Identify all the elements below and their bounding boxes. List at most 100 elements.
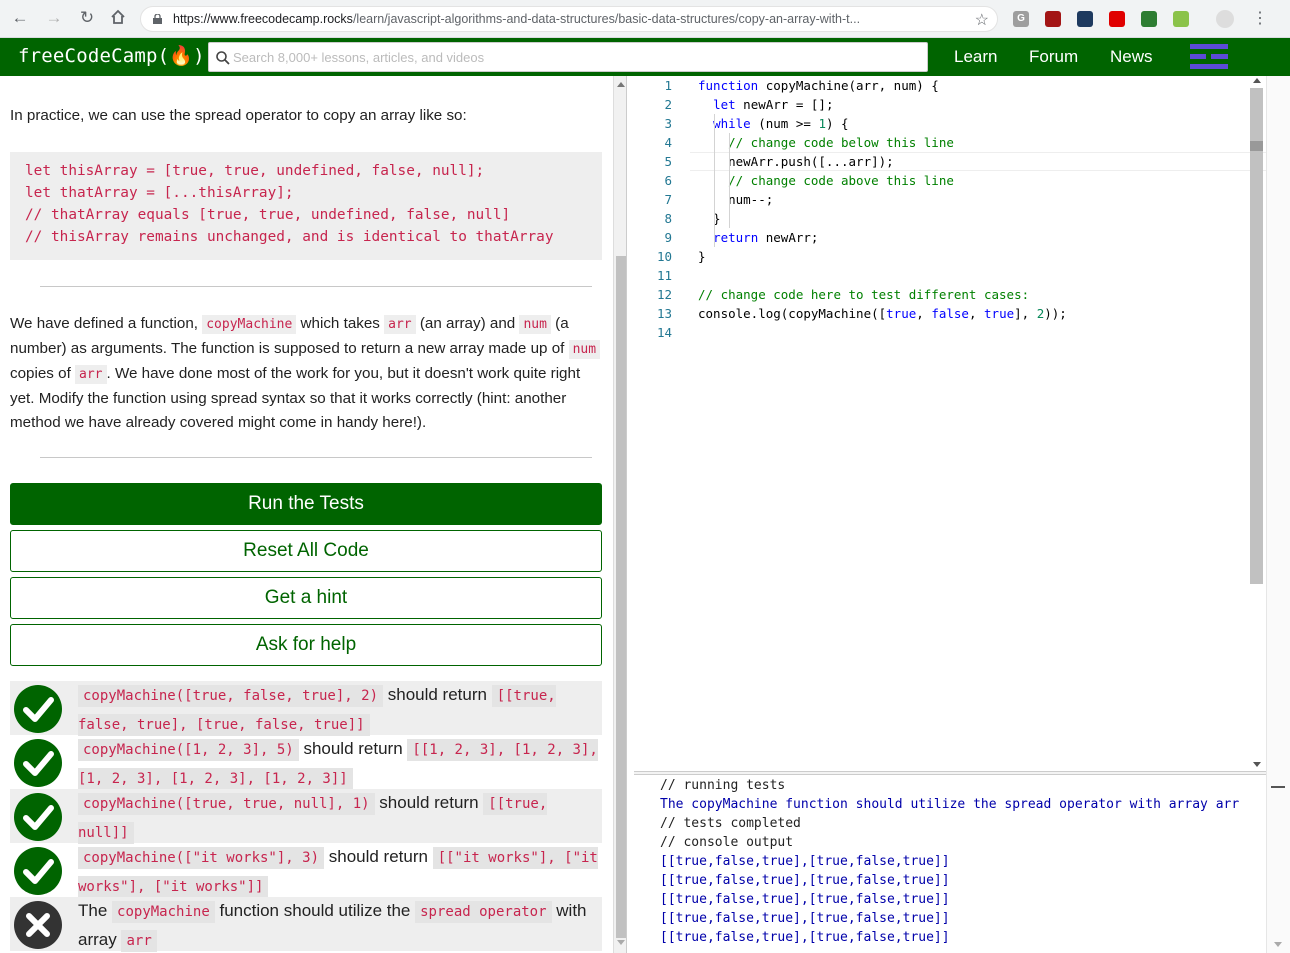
example-code-block: let thisArray = [true, true, undefined, … bbox=[10, 152, 602, 260]
lesson-task: We have defined a function, copyMachine … bbox=[10, 312, 602, 435]
extension-icon[interactable] bbox=[1077, 11, 1093, 27]
line-number: 11 bbox=[656, 268, 672, 283]
console-line: [[true,false,true],[true,false,true]] bbox=[660, 930, 950, 945]
indent-guide bbox=[714, 114, 715, 247]
reset-code-button[interactable]: Reset All Code bbox=[10, 530, 602, 572]
code-line: // thisArray remains unchanged, and is i… bbox=[25, 229, 554, 245]
scroll-up-icon[interactable] bbox=[1253, 78, 1261, 83]
check-icon bbox=[14, 793, 62, 841]
code-line[interactable]: } bbox=[698, 249, 706, 264]
test-result: copyMachine(["it works"], 3) should retu… bbox=[10, 843, 602, 898]
code-line[interactable]: // change code below this line bbox=[698, 135, 954, 150]
console-line: // tests completed bbox=[660, 816, 801, 831]
line-number: 3 bbox=[664, 116, 672, 131]
hamburger-menu-icon[interactable] bbox=[1189, 40, 1229, 74]
search-input[interactable] bbox=[233, 47, 913, 67]
instructions-pane: In practice, we can use the spread opera… bbox=[0, 76, 613, 953]
ask-help-button[interactable]: Ask for help bbox=[10, 624, 602, 666]
code-line[interactable]: // change code here to test different ca… bbox=[698, 287, 1029, 302]
site-navbar: freeCodeCamp(🔥) Learn Forum News bbox=[0, 38, 1290, 76]
url-text: https://www.freecodecamp.rocks/learn/jav… bbox=[173, 12, 861, 26]
scrollbar-thumb[interactable] bbox=[616, 256, 626, 938]
extension-icon[interactable] bbox=[1045, 11, 1061, 27]
console-line: [[true,false,true],[true,false,true]] bbox=[660, 854, 950, 869]
line-number: 9 bbox=[664, 230, 672, 245]
console-line: [[true,false,true],[true,false,true]] bbox=[660, 911, 950, 926]
test-result: copyMachine([true, false, true], 2) shou… bbox=[10, 681, 602, 736]
line-number: 12 bbox=[656, 287, 672, 302]
nav-link-forum[interactable]: Forum bbox=[1029, 47, 1078, 67]
line-number: 14 bbox=[656, 325, 672, 340]
scrollbar-thumb[interactable] bbox=[1250, 88, 1263, 584]
console-line: [[true,false,true],[true,false,true]] bbox=[660, 873, 950, 888]
line-number: 4 bbox=[664, 135, 672, 150]
line-number-gutter: 1 2 3 4 5 6 7 8 9 10 11 12 13 14 bbox=[634, 76, 690, 771]
scroll-down-icon[interactable] bbox=[1274, 942, 1282, 947]
code-line[interactable]: let newArr = []; bbox=[698, 97, 833, 112]
run-tests-button[interactable]: Run the Tests bbox=[10, 483, 602, 525]
code-line: let thisArray = [true, true, undefined, … bbox=[25, 163, 485, 179]
line-number: 2 bbox=[664, 97, 672, 112]
address-bar[interactable]: https://www.freecodecamp.rocks/learn/jav… bbox=[140, 6, 998, 32]
console-line: [[true,false,true],[true,false,true]] bbox=[660, 892, 950, 907]
code-line[interactable]: return newArr; bbox=[698, 230, 818, 245]
output-scrollbar[interactable] bbox=[1266, 76, 1290, 953]
profile-avatar[interactable] bbox=[1216, 10, 1234, 28]
nav-link-learn[interactable]: Learn bbox=[954, 47, 997, 67]
code-line[interactable]: console.log(copyMachine([true, false, tr… bbox=[698, 306, 1067, 321]
code-line[interactable]: num--; bbox=[698, 192, 773, 207]
check-icon bbox=[14, 847, 62, 895]
extension-icon[interactable] bbox=[1173, 11, 1189, 27]
line-number: 5 bbox=[664, 154, 672, 169]
code-line[interactable]: newArr.push([...arr]); bbox=[698, 154, 894, 169]
freecodecamp-logo[interactable]: freeCodeCamp(🔥) bbox=[18, 44, 205, 67]
reload-icon[interactable]: ↻ bbox=[77, 8, 97, 28]
scroll-down-icon[interactable] bbox=[1253, 762, 1261, 767]
forward-icon[interactable]: → bbox=[44, 8, 64, 28]
check-icon bbox=[14, 739, 62, 787]
console-line: // running tests bbox=[660, 778, 786, 793]
scroll-up-icon[interactable] bbox=[617, 82, 625, 87]
instructions-scrollbar[interactable] bbox=[613, 76, 627, 953]
extension-icon[interactable] bbox=[1109, 11, 1125, 27]
test-result: The copyMachine function should utilize … bbox=[10, 897, 602, 952]
cursor-marker bbox=[1250, 141, 1263, 151]
bookmark-star-icon[interactable]: ☆ bbox=[975, 10, 989, 30]
indent-guide bbox=[729, 133, 730, 228]
test-result: copyMachine([true, true, null], 1) shoul… bbox=[10, 789, 602, 844]
code-line: let thatArray = [...thisArray]; bbox=[25, 185, 294, 201]
extension-icon[interactable] bbox=[1141, 11, 1157, 27]
line-number: 10 bbox=[656, 249, 672, 264]
fail-x-icon bbox=[14, 901, 62, 949]
home-icon[interactable] bbox=[108, 8, 128, 28]
search-icon bbox=[216, 51, 230, 65]
code-line: // thatArray equals [true, true, undefin… bbox=[25, 207, 511, 223]
collapse-icon[interactable] bbox=[1271, 786, 1285, 788]
line-number: 7 bbox=[664, 192, 672, 207]
lock-icon bbox=[153, 14, 162, 24]
browser-toolbar: ← → ↻ https://www.freecodecamp.rocks/lea… bbox=[0, 0, 1290, 38]
search-box[interactable] bbox=[208, 42, 928, 72]
code-line[interactable]: } bbox=[698, 211, 721, 226]
code-line[interactable]: function copyMachine(arr, num) { bbox=[698, 78, 939, 93]
code-editor[interactable]: 1 2 3 4 5 6 7 8 9 10 11 12 13 14 function copyMachine… bbox=[634, 76, 1266, 771]
line-number: 8 bbox=[664, 211, 672, 226]
line-number: 6 bbox=[664, 173, 672, 188]
divider bbox=[40, 286, 592, 287]
console-line: The copyMachine function should utilize … bbox=[660, 797, 1240, 812]
line-number: 13 bbox=[656, 306, 672, 321]
nav-link-news[interactable]: News bbox=[1110, 47, 1153, 67]
test-result: copyMachine([1, 2, 3], 5) should return … bbox=[10, 735, 602, 790]
editor-scrollbar[interactable] bbox=[1248, 76, 1266, 771]
check-icon bbox=[14, 685, 62, 733]
console-line: // console output bbox=[660, 835, 794, 850]
more-menu-icon[interactable]: ⋮ bbox=[1252, 8, 1268, 28]
code-line[interactable]: // change code above this line bbox=[698, 173, 954, 188]
scroll-down-icon[interactable] bbox=[617, 940, 625, 945]
pane-splitter[interactable] bbox=[634, 771, 1266, 775]
extension-icon[interactable]: G bbox=[1013, 11, 1029, 27]
get-hint-button[interactable]: Get a hint bbox=[10, 577, 602, 619]
code-line[interactable]: while (num >= 1) { bbox=[698, 116, 848, 131]
back-icon[interactable]: ← bbox=[10, 8, 30, 28]
lesson-intro: In practice, we can use the spread opera… bbox=[10, 107, 467, 124]
